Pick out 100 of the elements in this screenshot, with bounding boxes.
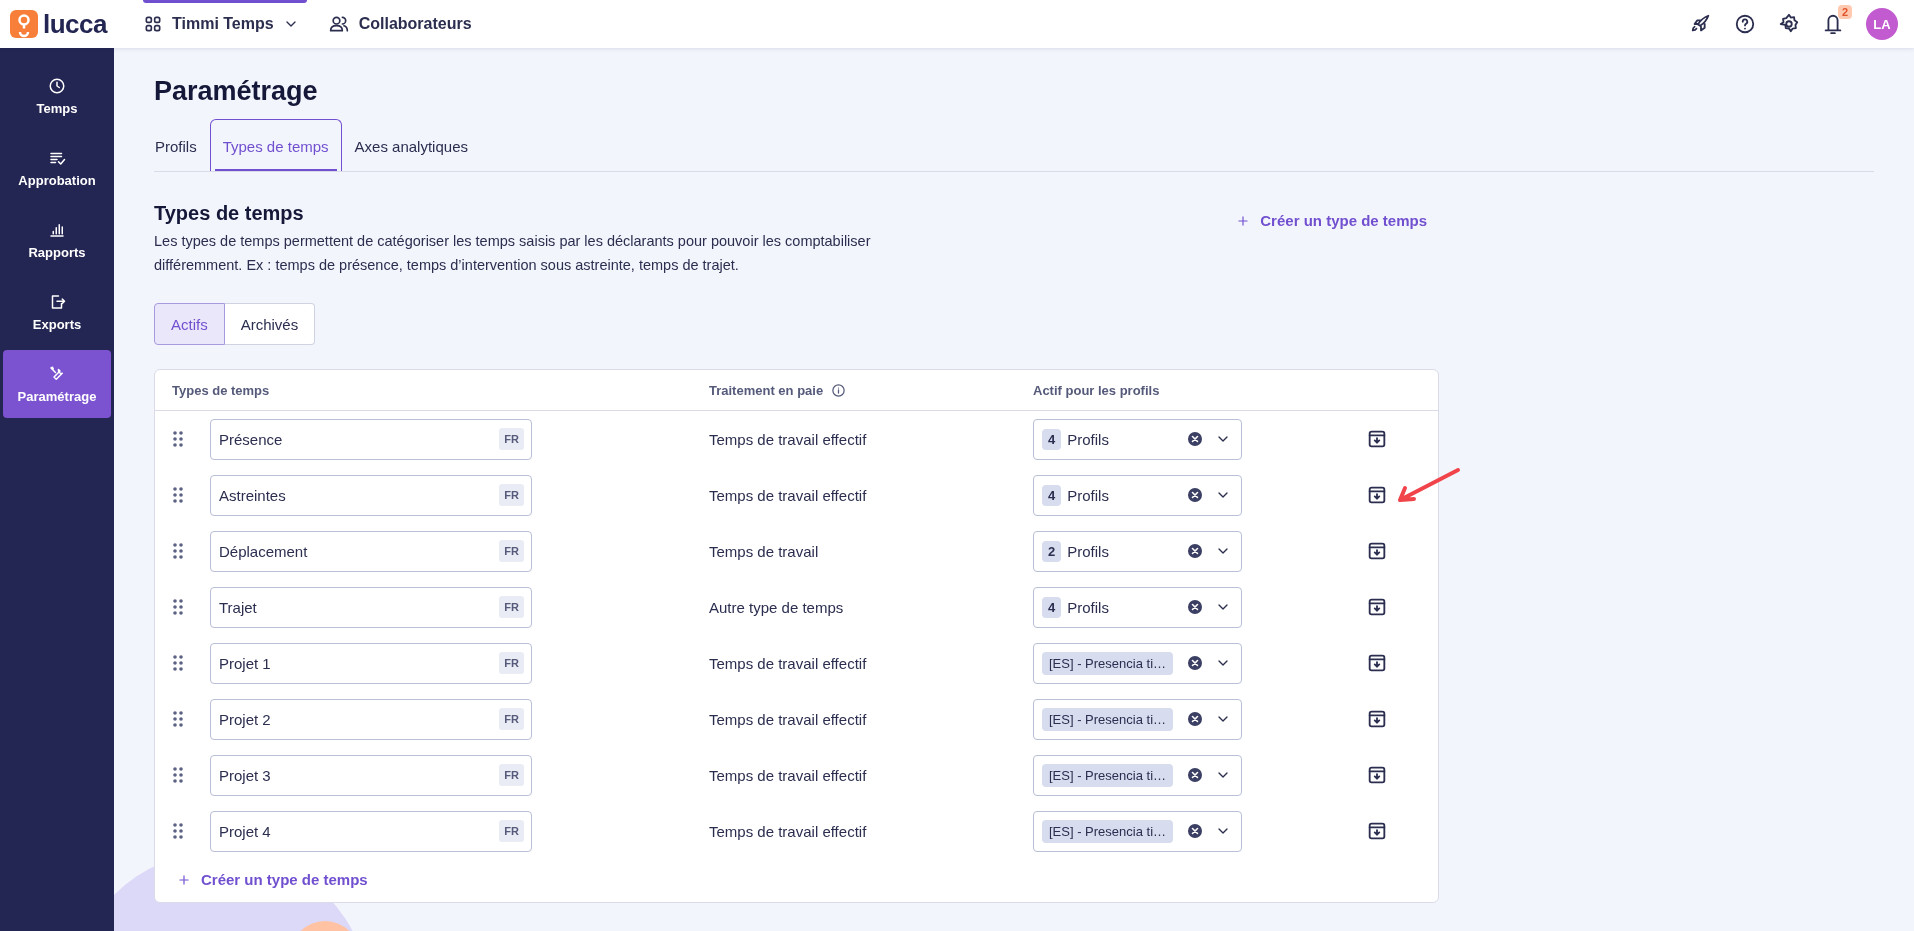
sidebar-item[interactable]: Approbation bbox=[3, 134, 111, 202]
create-link[interactable]: Créer un type de temps bbox=[1236, 212, 1439, 229]
filter-tab[interactable]: Archivés bbox=[224, 303, 316, 345]
name-input-field[interactable]: Présence FR bbox=[210, 418, 532, 460]
clear-icon[interactable] bbox=[1187, 431, 1203, 447]
logo-text: lucca bbox=[43, 8, 107, 40]
name-input-field[interactable]: Projet 3 FR bbox=[210, 754, 532, 796]
profiles-select[interactable]: 4 Profils bbox=[1033, 474, 1242, 516]
section-description: Les types de temps permettent de catégoriser les temps saisis par les déclarants pour pouvoir les comptabiliser différemment. Ex : temps de présence, temps d’intervention sous astreinte, temps de trajet. bbox=[154, 232, 872, 275]
column-header: Traitement en paie bbox=[709, 382, 824, 398]
archive-button[interactable] bbox=[1366, 820, 1388, 842]
grid-icon bbox=[143, 14, 163, 34]
clear-icon[interactable] bbox=[1187, 487, 1203, 503]
profiles-select[interactable]: [ES] - Presencia ti… bbox=[1033, 754, 1242, 796]
drag-handle-icon[interactable] bbox=[173, 655, 183, 671]
table-cell: Temps de travail effectif bbox=[709, 486, 867, 504]
profiles-select[interactable]: 4 Profils bbox=[1033, 586, 1242, 628]
add-link[interactable]: Créer un type de temps bbox=[155, 859, 1438, 888]
bell-icon bbox=[1822, 13, 1844, 35]
sidebar-item[interactable]: Exports bbox=[3, 278, 111, 346]
archive-icon bbox=[1366, 484, 1388, 506]
archive-button[interactable] bbox=[1366, 596, 1388, 618]
users-icon bbox=[328, 14, 349, 34]
profile-tag: [ES] - Presencia ti… bbox=[1042, 651, 1174, 675]
language-tag: FR bbox=[499, 820, 524, 842]
archive-icon bbox=[1366, 596, 1388, 618]
logo-icon bbox=[10, 10, 38, 38]
language-tag: FR bbox=[499, 652, 524, 674]
tab[interactable]: Axes analytiques bbox=[341, 119, 481, 171]
profile-tag: [ES] - Presencia ti… bbox=[1042, 763, 1174, 787]
app-switcher[interactable]: Timmi Temps bbox=[135, 0, 307, 48]
drag-handle-icon[interactable] bbox=[173, 711, 183, 727]
column-header: Types de temps bbox=[172, 382, 270, 398]
filter-tab[interactable]: Actifs bbox=[154, 303, 225, 345]
archive-icon bbox=[1366, 428, 1388, 450]
table-cell: Temps de travail effectif bbox=[709, 710, 867, 728]
archive-button[interactable] bbox=[1366, 708, 1388, 730]
table-cell: Temps de travail effectif bbox=[709, 766, 867, 784]
archive-icon bbox=[1366, 540, 1388, 562]
archive-button[interactable] bbox=[1366, 540, 1388, 562]
language-tag: FR bbox=[499, 596, 524, 618]
archive-button[interactable] bbox=[1366, 484, 1388, 506]
clear-icon[interactable] bbox=[1187, 599, 1203, 615]
clock-icon bbox=[48, 76, 66, 95]
notification-button[interactable] bbox=[1822, 13, 1844, 35]
count-badge: 4 bbox=[1042, 484, 1062, 506]
profiles-select[interactable]: 4 Profils bbox=[1033, 418, 1242, 460]
sidebar-item[interactable]: Rapports bbox=[3, 206, 111, 274]
clear-icon[interactable] bbox=[1187, 767, 1203, 783]
tab[interactable]: Profils bbox=[154, 119, 210, 171]
archive-icon bbox=[1366, 708, 1388, 730]
name-input-field[interactable]: Déplacement FR bbox=[210, 530, 532, 572]
sidebar-item[interactable]: Paramétrage bbox=[3, 350, 111, 418]
count-badge: 4 bbox=[1042, 596, 1062, 618]
archive-icon bbox=[1366, 820, 1388, 842]
drag-handle-icon[interactable] bbox=[173, 823, 183, 839]
select-value: Profils bbox=[1067, 598, 1109, 616]
name-input-field[interactable]: Astreintes FR bbox=[210, 474, 532, 516]
sidebar-item[interactable]: Temps bbox=[3, 62, 111, 130]
table-cell: Temps de travail effectif bbox=[709, 430, 867, 448]
archive-icon bbox=[1366, 764, 1388, 786]
archive-button[interactable] bbox=[1366, 428, 1388, 450]
language-tag: FR bbox=[499, 428, 524, 450]
tab[interactable]: Types de temps bbox=[209, 119, 342, 171]
plus-icon bbox=[1236, 213, 1251, 228]
clear-icon[interactable] bbox=[1187, 543, 1203, 559]
profiles-select[interactable]: [ES] - Presencia ti… bbox=[1033, 810, 1242, 852]
drag-handle-icon[interactable] bbox=[173, 767, 183, 783]
user-avatar[interactable]: LA bbox=[1866, 8, 1898, 40]
drag-handle-icon[interactable] bbox=[173, 431, 183, 447]
profiles-select[interactable]: 2 Profils bbox=[1033, 530, 1242, 572]
clear-icon[interactable] bbox=[1187, 823, 1203, 839]
name-input-field[interactable]: Projet 4 FR bbox=[210, 810, 532, 852]
select-value: Profils bbox=[1067, 430, 1109, 448]
tools-icon bbox=[48, 364, 66, 383]
table-cell: Temps de travail effectif bbox=[709, 654, 867, 672]
profiles-select[interactable]: [ES] - Presencia ti… bbox=[1033, 642, 1242, 684]
name-input-field[interactable]: Projet 2 FR bbox=[210, 698, 532, 740]
language-tag: FR bbox=[499, 484, 524, 506]
archive-icon bbox=[1366, 652, 1388, 674]
drag-handle-icon[interactable] bbox=[173, 599, 183, 615]
table-cell: Autre type de temps bbox=[709, 598, 844, 616]
drag-handle-icon[interactable] bbox=[173, 543, 183, 559]
select-value: Profils bbox=[1067, 486, 1109, 504]
table-cell: Temps de travail bbox=[709, 542, 819, 560]
collaborators-link[interactable]: Collaborateurs bbox=[328, 14, 472, 34]
page-title: Paramétrage bbox=[154, 76, 319, 107]
info-icon bbox=[831, 382, 847, 398]
profile-tag: [ES] - Presencia ti… bbox=[1042, 707, 1174, 731]
profiles-select[interactable]: [ES] - Presencia ti… bbox=[1033, 698, 1242, 740]
count-badge: 4 bbox=[1042, 428, 1062, 450]
notification-badge: 2 bbox=[1837, 5, 1852, 19]
name-input-field[interactable]: Projet 1 FR bbox=[210, 642, 532, 684]
clear-icon[interactable] bbox=[1187, 711, 1203, 727]
drag-handle-icon[interactable] bbox=[173, 487, 183, 503]
name-input-field[interactable]: Trajet FR bbox=[210, 586, 532, 628]
archive-button[interactable] bbox=[1366, 764, 1388, 786]
clear-icon[interactable] bbox=[1187, 655, 1203, 671]
archive-button[interactable] bbox=[1366, 652, 1388, 674]
plus-icon bbox=[177, 872, 191, 887]
